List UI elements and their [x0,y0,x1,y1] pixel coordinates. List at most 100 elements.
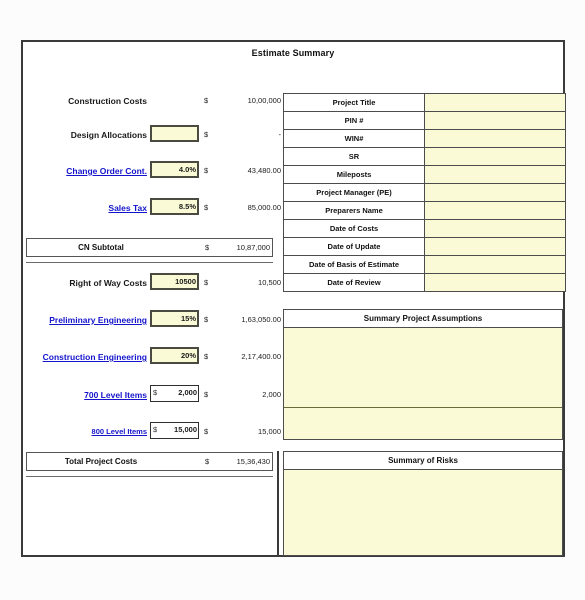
cost-label: Construction Costs [68,96,147,106]
currency-symbol: $ [205,243,210,252]
input-value: 2,000 [178,388,197,397]
table-row: WIN# [283,129,566,148]
input-value: 15,000 [174,425,197,434]
date-of-basis-of-estimate-field[interactable] [424,255,566,274]
cost-row-design-allocations: Design Allocations $ - [23,122,281,148]
currency-symbol: $ [204,130,209,139]
800-level-items-link[interactable]: 800 Level Items [23,419,147,445]
total-project-costs-amount: 15,36,430 [236,457,270,466]
project-manager-field[interactable] [424,183,566,202]
right-of-way-costs-input[interactable]: 10500 [150,273,199,290]
summary-of-risks-panel: Summary of Risks [283,451,563,556]
cn-subtotal-amount: 10,87,000 [236,243,270,252]
summary-project-assumptions-title: Summary Project Assumptions [284,310,562,328]
summary-of-risks-title: Summary of Risks [284,452,562,470]
info-label: Date of Review [283,273,425,292]
summary-of-risks-body[interactable] [284,470,562,555]
info-label: WIN# [283,129,425,148]
preparers-name-field[interactable] [424,201,566,220]
cost-label: Right of Way Costs [69,278,147,288]
cost-amount: 10,00,000 [247,96,281,105]
currency-symbol: $ [204,352,209,361]
mileposts-field[interactable] [424,165,566,184]
cost-amount: 2,17,400.00 [241,352,281,361]
summary-project-assumptions-body[interactable] [284,328,562,439]
summary-project-assumptions-panel: Summary Project Assumptions [283,309,563,440]
construction-engineering-input[interactable]: 20% [150,347,199,364]
cost-breakdown-column: Construction Costs $ 10,00,000 Design Al… [23,88,281,553]
construction-engineering-link[interactable]: Construction Engineering [23,344,147,370]
cost-row-right-of-way-costs: Right of Way Costs 10500 $ 10,500 [23,270,281,296]
table-row: PIN # [283,111,566,130]
cost-amount: 85,000.00 [247,203,281,212]
table-row: Date of Update [283,237,566,256]
table-row: Date of Basis of Estimate [283,255,566,274]
column-divider [277,451,279,555]
cost-amount: 1,63,050.00 [241,315,281,324]
cost-amount: 15,000 [258,427,281,436]
table-row: Mileposts [283,165,566,184]
table-row: Project Manager (PE) [283,183,566,202]
currency-symbol: $ [204,315,209,324]
700-level-items-input[interactable]: $ 2,000 [150,385,199,402]
cost-row-preliminary-engineering: Preliminary Engineering 15% $ 1,63,050.0… [23,307,281,333]
currency-symbol: $ [204,203,209,212]
page-title: Estimate Summary [251,48,335,58]
info-label: Mileposts [283,165,425,184]
currency-symbol: $ [204,427,209,436]
info-label: Date of Costs [283,219,425,238]
cost-amount: 10,500 [258,278,281,287]
change-order-cont-input[interactable]: 4.0% [150,161,199,178]
project-title-field[interactable] [424,93,566,112]
cost-row-800-level-items: 800 Level Items $ 15,000 $ 15,000 [23,419,281,445]
table-row: Date of Costs [283,219,566,238]
currency-symbol: $ [204,278,209,287]
cn-subtotal-label: CN Subtotal [78,243,124,252]
date-of-review-field[interactable] [424,273,566,292]
subtotal-divider [26,262,273,263]
sales-tax-input[interactable]: 8.5% [150,198,199,215]
design-allocations-input[interactable] [150,125,199,142]
table-row: Preparers Name [283,201,566,220]
cost-row-construction-costs: Construction Costs $ 10,00,000 [23,88,281,114]
win-number-field[interactable] [424,129,566,148]
currency-symbol: $ [205,457,210,466]
cost-row-sales-tax: Sales Tax 8.5% $ 85,000.00 [23,195,281,221]
cost-amount: - [278,130,282,139]
estimate-summary-page: Estimate Summary Construction Costs $ 10… [0,0,585,600]
info-label: PIN # [283,111,425,130]
cost-row-700-level-items: 700 Level Items $ 2,000 $ 2,000 [23,382,281,408]
date-of-costs-field[interactable] [424,219,566,238]
project-info-table: Project Title PIN # WIN# SR Mileposts Pr… [283,93,566,292]
cost-amount: 2,000 [262,390,281,399]
assumptions-extra-area[interactable] [284,408,562,439]
cost-label: Design Allocations [70,130,147,140]
cn-subtotal-band: CN Subtotal $ 10,87,000 [26,238,273,257]
pin-number-field[interactable] [424,111,566,130]
800-level-items-input[interactable]: $ 15,000 [150,422,199,439]
currency-symbol: $ [204,166,209,175]
change-order-cont-link[interactable]: Change Order Cont. [23,158,147,184]
sr-field[interactable] [424,147,566,166]
cost-amount: 43,480.00 [247,166,281,175]
info-label: Project Title [283,93,425,112]
cost-row-change-order-cont: Change Order Cont. 4.0% $ 43,480.00 [23,158,281,184]
preliminary-engineering-input[interactable]: 15% [150,310,199,327]
700-level-items-link[interactable]: 700 Level Items [23,382,147,408]
assumptions-text-area[interactable] [284,328,562,408]
total-divider [26,476,273,477]
currency-symbol: $ [204,96,209,105]
cost-row-construction-engineering: Construction Engineering 20% $ 2,17,400.… [23,344,281,370]
risks-text-area[interactable] [284,470,562,555]
project-info-rows: Project Title PIN # WIN# SR Mileposts Pr… [283,93,566,292]
table-row: SR [283,147,566,166]
table-row: Date of Review [283,273,566,292]
preliminary-engineering-link[interactable]: Preliminary Engineering [23,307,147,333]
info-label: Date of Basis of Estimate [283,255,425,274]
sales-tax-link[interactable]: Sales Tax [23,195,147,221]
info-label: Preparers Name [283,201,425,220]
date-of-update-field[interactable] [424,237,566,256]
info-label: Date of Update [283,237,425,256]
info-label: Project Manager (PE) [283,183,425,202]
currency-symbol: $ [153,425,158,434]
